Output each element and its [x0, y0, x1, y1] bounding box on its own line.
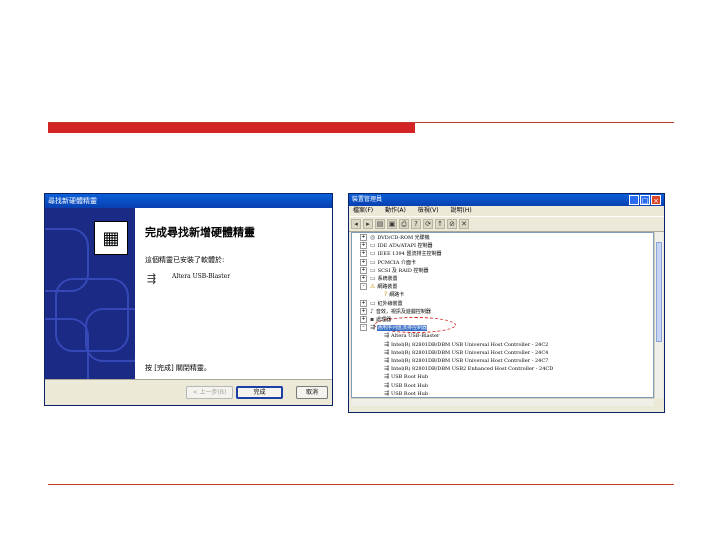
- tree-item-label: Intel(R) 82801DB/DBM USB Universal Host …: [391, 341, 549, 348]
- tree-item-label: IEEE 1394 匯流排主控制器: [377, 251, 442, 258]
- collapse-icon[interactable]: -: [360, 283, 367, 291]
- wizard-separator: [45, 379, 332, 380]
- uninstall-icon[interactable]: ✕: [459, 219, 469, 229]
- devmgr-title-bar[interactable]: 裝置管理員 _ □ ×: [349, 194, 664, 206]
- wizard-close-text: 按 [完成] 關閉精靈。: [145, 364, 211, 372]
- menu-view[interactable]: 檢視(V): [418, 207, 439, 214]
- tree-item-label: 系統裝置: [377, 276, 398, 282]
- footer-rule: [48, 484, 674, 485]
- menu-help[interactable]: 說明(H): [451, 207, 472, 214]
- minimize-icon[interactable]: _: [629, 195, 639, 205]
- expand-icon[interactable]: +: [360, 266, 367, 274]
- expand-icon[interactable]: +: [360, 316, 367, 323]
- tree-item-label: 紅外線裝置: [377, 300, 403, 307]
- tree-item-label: Intel(R) 82801DB/DBM USB Universal Host …: [391, 358, 549, 364]
- menu-bar: 檔案(F) 動作(A) 檢視(V) 說明(H): [349, 206, 664, 216]
- scroll-thumb[interactable]: [656, 242, 662, 342]
- wizard-body: ▦ 完成尋找新增硬體精靈 這個精靈已安裝了軟體於: ⇶ Altera USB-B…: [45, 208, 332, 379]
- hardware-icon: ▦: [94, 221, 128, 255]
- collapse-icon[interactable]: -: [360, 324, 367, 332]
- expand-icon[interactable]: +: [360, 307, 367, 315]
- tree-item-label: USB Root Hub: [391, 374, 429, 381]
- close-icon[interactable]: ×: [651, 195, 661, 205]
- tree-item-label: SCSI 及 RAID 控制器: [377, 267, 429, 274]
- tree-item-label: Altera USB-Blaster: [391, 333, 440, 340]
- cancel-button[interactable]: 取消: [296, 386, 328, 399]
- tree-item-label: 網路卡: [389, 292, 405, 299]
- title-accent-bar: [48, 123, 415, 133]
- usb-icon: ⇶: [384, 389, 390, 397]
- device-tree: + ◎ DVD/CD-ROM 光碟機 + ▭ IDE ATA/ATAPI 控制器 + ▭ IEE…: [351, 232, 654, 398]
- tree-item-label: DVD/CD-ROM 光碟機: [377, 235, 430, 241]
- tree-item-label: 音效，視訊及遊戲控制器: [375, 308, 431, 315]
- properties-icon[interactable]: ▣: [387, 219, 397, 229]
- devmgr-title: 裝置管理員: [352, 196, 383, 203]
- finish-button[interactable]: 完成: [236, 386, 283, 399]
- expand-icon[interactable]: +: [360, 258, 367, 266]
- help-icon[interactable]: ?: [411, 219, 421, 229]
- wizard-heading: 完成尋找新增硬體精靈: [145, 226, 255, 239]
- tree-item-label: USB Root Hub: [391, 390, 429, 397]
- tree-item-label: IDE ATA/ATAPI 控制器: [377, 243, 433, 250]
- tree-item-label: 處理器: [376, 317, 392, 323]
- print-icon[interactable]: ⎙: [399, 219, 409, 229]
- expand-icon[interactable]: +: [360, 275, 367, 282]
- back-button[interactable]: < 上一步(B): [186, 386, 233, 399]
- tree-item-label: PCMCIA 介面卡: [377, 259, 416, 266]
- expand-icon[interactable]: +: [360, 234, 367, 241]
- tree-item-label: 網路裝置: [377, 284, 398, 291]
- expand-icon[interactable]: +: [360, 299, 367, 307]
- tree-item-label: Intel(R) 82801DB/DBM USB Universal Host …: [391, 349, 549, 356]
- back-icon[interactable]: ◂: [351, 219, 361, 229]
- maximize-icon[interactable]: □: [640, 195, 650, 205]
- found-new-hardware-wizard: 尋找新硬體精靈 ▦ 完成尋找新增硬體精靈 這個精靈已安裝了軟體於: ⇶ Alte…: [44, 193, 333, 406]
- horizontal-scrollbar[interactable]: [351, 398, 654, 406]
- wizard-device-name: Altera USB-Blaster: [172, 273, 231, 280]
- tree-item-label: 通用序列匯流排控制器: [377, 325, 428, 332]
- expand-icon[interactable]: +: [360, 250, 367, 258]
- wizard-installed-text: 這個精靈已安裝了軟體於:: [145, 256, 225, 264]
- tree-item-label: Intel(R) 82801DB/DBM USB2 Enhanced Host …: [391, 366, 554, 373]
- view-icon[interactable]: ▤: [375, 219, 385, 229]
- wizard-title-bar[interactable]: 尋找新硬體精靈: [45, 194, 332, 208]
- tree-item-label: USB Root Hub: [391, 382, 429, 389]
- vertical-scrollbar[interactable]: [654, 232, 663, 398]
- forward-icon[interactable]: ▸: [363, 219, 373, 229]
- tree-item[interactable]: ⇶ USB Root Hub: [374, 389, 429, 397]
- scan-icon[interactable]: ⟳: [423, 219, 433, 229]
- usb-icon: ⇶: [147, 272, 157, 285]
- wizard-side-panel: ▦: [45, 208, 135, 379]
- menu-action[interactable]: 動作(A): [385, 207, 406, 214]
- toolbar: ◂ ▸ ▤ ▣ ⎙ ? ⟳ ↑ ⊘ ✕: [349, 216, 664, 232]
- device-manager-window: 裝置管理員 _ □ × 檔案(F) 動作(A) 檢視(V) 說明(H) ◂ ▸ …: [348, 193, 665, 413]
- menu-file[interactable]: 檔案(F): [353, 207, 373, 214]
- update-driver-icon[interactable]: ↑: [435, 219, 445, 229]
- expand-icon[interactable]: +: [360, 242, 367, 250]
- disable-icon[interactable]: ⊘: [447, 219, 457, 229]
